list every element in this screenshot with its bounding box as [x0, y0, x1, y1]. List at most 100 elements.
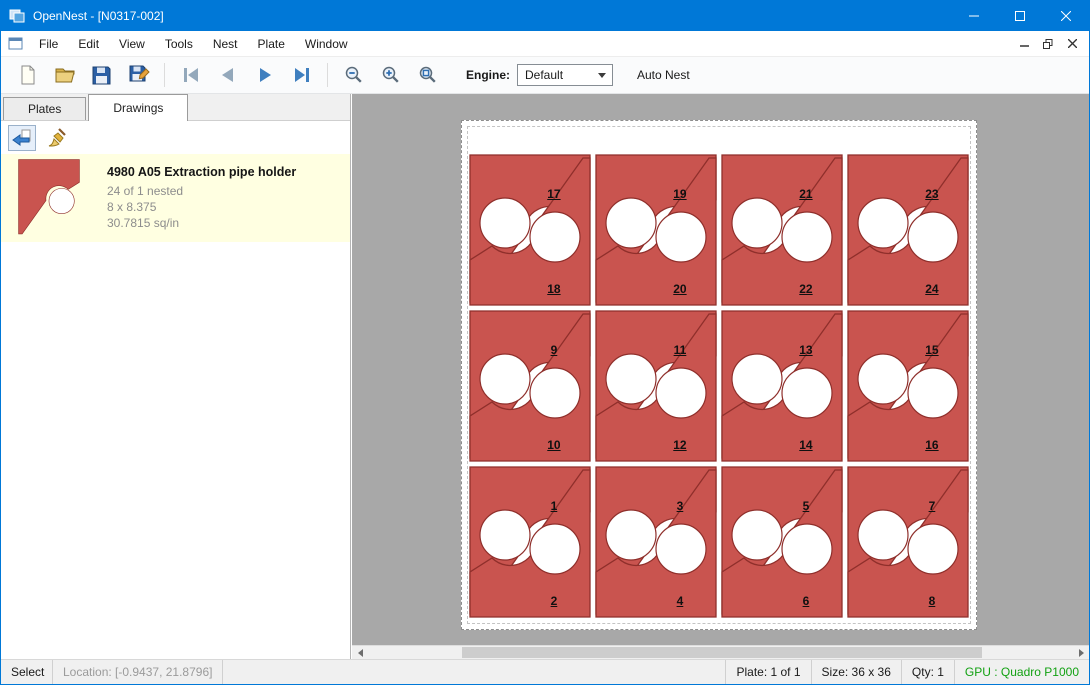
nested-part-pair[interactable]: 21 22	[719, 152, 845, 308]
status-gpu: GPU : Quadro P1000	[954, 660, 1089, 684]
drawing-list-item[interactable]: 4980 A05 Extraction pipe holder 24 of 1 …	[1, 154, 350, 242]
part-number-top: 7	[929, 499, 936, 513]
part-number-bottom: 18	[547, 282, 560, 296]
document-window-icon	[8, 36, 23, 51]
nested-part-pair[interactable]: 17 18	[467, 152, 593, 308]
clear-button[interactable]	[43, 125, 71, 151]
pipe-hole-cutout	[656, 212, 706, 262]
previous-plate-button[interactable]	[209, 60, 246, 91]
save-as-icon	[128, 64, 150, 86]
engine-label: Engine:	[466, 68, 510, 82]
pipe-hole-cutout	[530, 212, 580, 262]
nested-part-pair[interactable]: 3 4	[593, 464, 719, 620]
menu-item-view[interactable]: View	[109, 31, 155, 56]
broom-icon	[46, 127, 68, 149]
menu-item-window[interactable]: Window	[295, 31, 358, 56]
horizontal-scrollbar[interactable]	[352, 645, 1089, 659]
status-plate-count: Plate: 1 of 1	[725, 660, 810, 684]
drawing-title: 4980 A05 Extraction pipe holder	[107, 165, 296, 179]
mdi-close-icon[interactable]	[1060, 34, 1084, 54]
pipe-hole-cutout	[782, 524, 832, 574]
status-qty: Qty: 1	[901, 660, 954, 684]
last-plate-icon	[291, 64, 313, 86]
nested-part-pair[interactable]: 15 16	[845, 308, 971, 464]
part-number-top: 3	[677, 499, 684, 513]
mdi-minimize-icon[interactable]	[1012, 34, 1036, 54]
first-plate-button[interactable]	[172, 60, 209, 91]
menu-item-tools[interactable]: Tools	[155, 31, 203, 56]
nested-part-pair[interactable]: 5 6	[719, 464, 845, 620]
pipe-hole-cutout	[732, 198, 782, 248]
scrollbar-thumb[interactable]	[462, 647, 982, 658]
engine-selected-value: Default	[525, 68, 563, 82]
part-number-top: 1	[551, 499, 558, 513]
part-number-bottom: 2	[551, 594, 558, 608]
save-as-button[interactable]	[120, 60, 157, 91]
menu-item-file[interactable]: File	[29, 31, 68, 56]
scroll-left-icon[interactable]	[352, 646, 368, 659]
save-button[interactable]	[83, 60, 120, 91]
nested-part-pair[interactable]: 9 10	[467, 308, 593, 464]
drawing-item-details: 4980 A05 Extraction pipe holder 24 of 1 …	[107, 165, 296, 231]
menu-item-nest[interactable]: Nest	[203, 31, 248, 56]
pipe-hole-cutout	[606, 198, 656, 248]
engine-select[interactable]: Default	[517, 64, 613, 86]
return-part-button[interactable]	[8, 125, 36, 151]
part-number-bottom: 12	[673, 438, 686, 452]
panel-tabstrip: Plates Drawings	[1, 94, 350, 121]
nested-part-pair[interactable]: 7 8	[845, 464, 971, 620]
pipe-hole-cutout	[858, 354, 908, 404]
nested-part-pair[interactable]: 13 14	[719, 308, 845, 464]
window-controls	[951, 1, 1089, 31]
pipe-hole-cutout	[732, 510, 782, 560]
minimize-button[interactable]	[951, 1, 997, 31]
zoom-in-button[interactable]	[372, 60, 409, 91]
app-icon	[9, 8, 25, 24]
mdi-restore-icon[interactable]	[1036, 34, 1060, 54]
pipe-hole-cutout	[908, 212, 958, 262]
nest-canvas[interactable]: 17 18 19 20 21 22 23 24	[352, 94, 1089, 659]
nested-part-pair[interactable]: 19 20	[593, 152, 719, 308]
part-number-bottom: 14	[799, 438, 812, 452]
toolbar-separator	[164, 63, 165, 87]
pipe-hole-cutout	[530, 368, 580, 418]
nested-part-pair[interactable]: 23 24	[845, 152, 971, 308]
part-number-bottom: 10	[547, 438, 560, 452]
menu-item-plate[interactable]: Plate	[248, 31, 295, 56]
nested-part-pair[interactable]: 11 12	[593, 308, 719, 464]
zoom-out-icon	[343, 64, 365, 86]
part-number-bottom: 22	[799, 282, 812, 296]
last-plate-button[interactable]	[283, 60, 320, 91]
pipe-hole-cutout	[656, 524, 706, 574]
auto-nest-button[interactable]: Auto Nest	[637, 68, 690, 82]
tab-drawings[interactable]: Drawings	[88, 94, 188, 121]
scroll-right-icon[interactable]	[1073, 646, 1089, 659]
main-body: Plates Drawings	[1, 94, 1089, 659]
pipe-hole-cutout	[782, 212, 832, 262]
tab-plates[interactable]: Plates	[3, 97, 86, 120]
pipe-hole-cutout	[858, 510, 908, 560]
maximize-button[interactable]	[997, 1, 1043, 31]
pipe-hole-cutout	[480, 354, 530, 404]
side-panel: Plates Drawings	[1, 94, 351, 659]
status-mode: Select	[1, 660, 53, 684]
next-plate-button[interactable]	[246, 60, 283, 91]
new-file-button[interactable]	[9, 60, 46, 91]
close-button[interactable]	[1043, 1, 1089, 31]
nested-parts-grid: 17 18 19 20 21 22 23 24	[467, 152, 971, 620]
nested-part-pair[interactable]: 1 2	[467, 464, 593, 620]
menu-item-edit[interactable]: Edit	[68, 31, 109, 56]
plate-sheet[interactable]: 17 18 19 20 21 22 23 24	[461, 120, 977, 630]
status-location: Location: [-0.9437, 21.8796]	[53, 660, 223, 684]
part-number-top: 15	[925, 343, 938, 357]
zoom-extents-button[interactable]	[409, 60, 446, 91]
open-file-button[interactable]	[46, 60, 83, 91]
status-plate-size: Size: 36 x 36	[811, 660, 901, 684]
pipe-hole-cutout	[530, 524, 580, 574]
zoom-out-button[interactable]	[335, 60, 372, 91]
drawings-toolbar	[1, 121, 350, 154]
previous-plate-icon	[217, 64, 239, 86]
drawing-area: 30.7815 sq/in	[107, 215, 296, 231]
mdi-window-controls	[1012, 34, 1089, 54]
zoom-extents-icon	[417, 64, 439, 86]
